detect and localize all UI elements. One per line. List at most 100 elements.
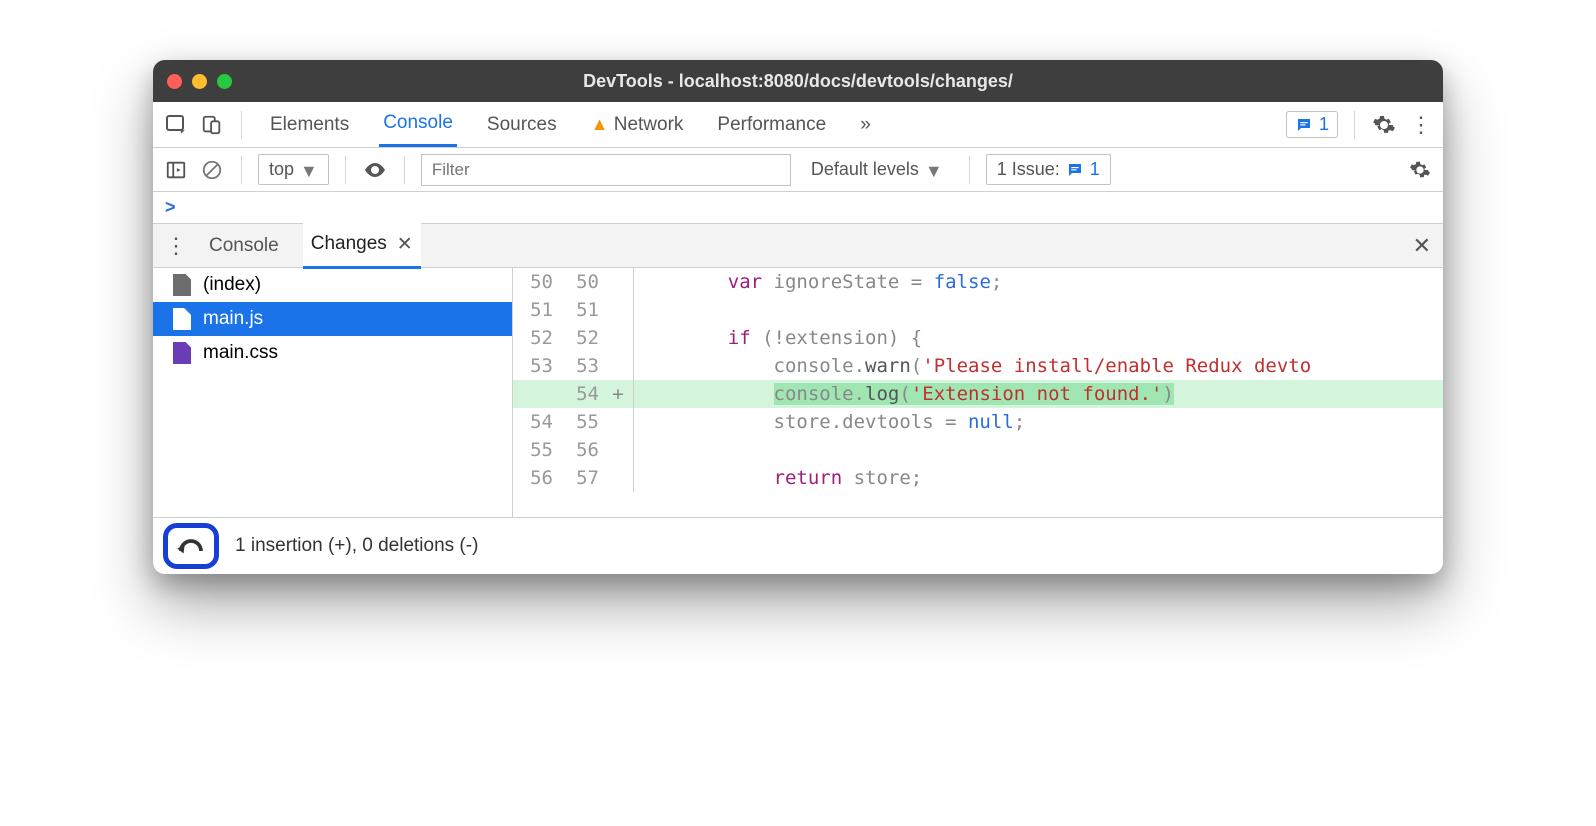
diff-line: 5657 return store;: [513, 464, 1443, 492]
issues-badge[interactable]: 1: [1286, 111, 1338, 138]
context-label: top: [269, 159, 294, 180]
sidebar-toggle-icon[interactable]: [163, 157, 189, 183]
old-line-no: 51: [513, 299, 559, 321]
gutter: [633, 436, 634, 464]
device-toggle-icon[interactable]: [199, 112, 225, 138]
old-line-no: [513, 383, 559, 405]
drawer-tab-changes[interactable]: Changes ✕: [303, 223, 421, 269]
diff-line: 5050 var ignoreState = false;: [513, 268, 1443, 296]
diff-marker: [605, 327, 631, 349]
console-prompt[interactable]: >: [153, 192, 1443, 224]
issue-count: 1: [1090, 159, 1100, 180]
tab-sources[interactable]: Sources: [483, 104, 561, 146]
old-line-no: 56: [513, 467, 559, 489]
old-line-no: 55: [513, 439, 559, 461]
clear-console-icon[interactable]: [199, 157, 225, 183]
changes-summary: 1 insertion (+), 0 deletions (-): [235, 535, 478, 557]
tab-more[interactable]: »: [856, 104, 875, 146]
diff-line: 5556: [513, 436, 1443, 464]
tab-elements[interactable]: Elements: [266, 104, 353, 146]
file-name: main.css: [203, 342, 278, 364]
drawer-tab-console[interactable]: Console: [205, 225, 283, 267]
gutter: [633, 380, 634, 408]
separator: [345, 156, 346, 184]
old-line-no: 52: [513, 327, 559, 349]
diff-line: 5151: [513, 296, 1443, 324]
diff-marker: +: [605, 383, 631, 405]
diff-marker: [605, 299, 631, 321]
changes-panel: (index)main.js main.css 5050 var ignoreSt…: [153, 268, 1443, 518]
tab-network[interactable]: ▲ Network: [587, 104, 688, 146]
file-icon: [173, 342, 191, 364]
devtools-window: DevTools - localhost:8080/docs/devtools/…: [153, 60, 1443, 574]
undo-icon: [176, 534, 206, 558]
drawer-tab-changes-label: Changes: [311, 233, 387, 255]
inspect-element-icon[interactable]: [163, 112, 189, 138]
file-item[interactable]: (index): [153, 268, 512, 302]
diff-line: 5353 console.warn('Please install/enable…: [513, 352, 1443, 380]
close-tab-icon[interactable]: ✕: [397, 233, 413, 256]
gutter: [633, 324, 634, 352]
diff-line: 5252 if (!extension) {: [513, 324, 1443, 352]
new-line-no: 51: [559, 299, 605, 321]
diff-line: 5455 store.devtools = null;: [513, 408, 1443, 436]
console-settings-gear-icon[interactable]: [1407, 157, 1433, 183]
diff-marker: [605, 355, 631, 377]
file-item[interactable]: main.js: [153, 302, 512, 336]
new-line-no: 57: [559, 467, 605, 489]
revert-button[interactable]: [163, 523, 219, 569]
diff-marker: [605, 271, 631, 293]
main-toolbar: Elements Console Sources ▲ Network Perfo…: [153, 102, 1443, 148]
gutter: [633, 268, 634, 296]
title-bar: DevTools - localhost:8080/docs/devtools/…: [153, 60, 1443, 102]
separator: [404, 156, 405, 184]
tab-performance[interactable]: Performance: [713, 104, 830, 146]
warning-icon: ▲: [591, 114, 609, 134]
prompt-chevron-icon: >: [165, 197, 176, 218]
code: [642, 439, 1443, 461]
window-title: DevTools - localhost:8080/docs/devtools/…: [153, 71, 1443, 92]
drawer-menu-icon[interactable]: ⋮: [165, 233, 185, 259]
old-line-no: 53: [513, 355, 559, 377]
diff-marker: [605, 467, 631, 489]
gutter: [633, 464, 634, 492]
old-line-no: 50: [513, 271, 559, 293]
changes-status-bar: 1 insertion (+), 0 deletions (-): [153, 518, 1443, 574]
code: if (!extension) {: [642, 327, 1443, 349]
diff-line: 54+ console.log('Extension not found.'): [513, 380, 1443, 408]
levels-label: Default levels: [811, 159, 919, 180]
close-drawer-icon[interactable]: ✕: [1413, 233, 1431, 259]
filter-input[interactable]: [421, 154, 791, 186]
tab-console[interactable]: Console: [379, 102, 457, 147]
issues-button[interactable]: 1 Issue: 1: [986, 154, 1111, 185]
console-toolbar: top ▼ Default levels ▼ 1 Issue: 1: [153, 148, 1443, 192]
file-icon: [173, 274, 191, 296]
file-item[interactable]: main.css: [153, 336, 512, 370]
code: return store;: [642, 467, 1443, 489]
code: console.log('Extension not found.'): [642, 383, 1443, 405]
separator: [1354, 111, 1355, 139]
new-line-no: 55: [559, 411, 605, 433]
diff-view[interactable]: 5050 var ignoreState = false;5151 5252 i…: [513, 268, 1443, 517]
code: var ignoreState = false;: [642, 271, 1443, 293]
dropdown-icon: ▼: [925, 161, 943, 182]
changed-files-list: (index)main.js main.css: [153, 268, 513, 517]
new-line-no: 50: [559, 271, 605, 293]
kebab-menu-icon[interactable]: ⋮: [1407, 112, 1433, 138]
old-line-no: 54: [513, 411, 559, 433]
live-expression-eye-icon[interactable]: [362, 157, 388, 183]
dropdown-icon: ▼: [300, 161, 318, 182]
tab-network-label: Network: [614, 114, 684, 135]
issue-label: 1 Issue:: [997, 159, 1060, 180]
context-selector[interactable]: top ▼: [258, 154, 329, 185]
code: store.devtools = null;: [642, 411, 1443, 433]
gutter: [633, 296, 634, 324]
code: [642, 299, 1443, 321]
drawer-tabs: ⋮ Console Changes ✕ ✕: [153, 224, 1443, 268]
new-line-no: 56: [559, 439, 605, 461]
gutter: [633, 408, 634, 436]
log-levels-selector[interactable]: Default levels ▼: [801, 155, 953, 184]
settings-gear-icon[interactable]: [1371, 112, 1397, 138]
issues-count: 1: [1319, 114, 1329, 135]
chat-icon: [1066, 161, 1084, 179]
